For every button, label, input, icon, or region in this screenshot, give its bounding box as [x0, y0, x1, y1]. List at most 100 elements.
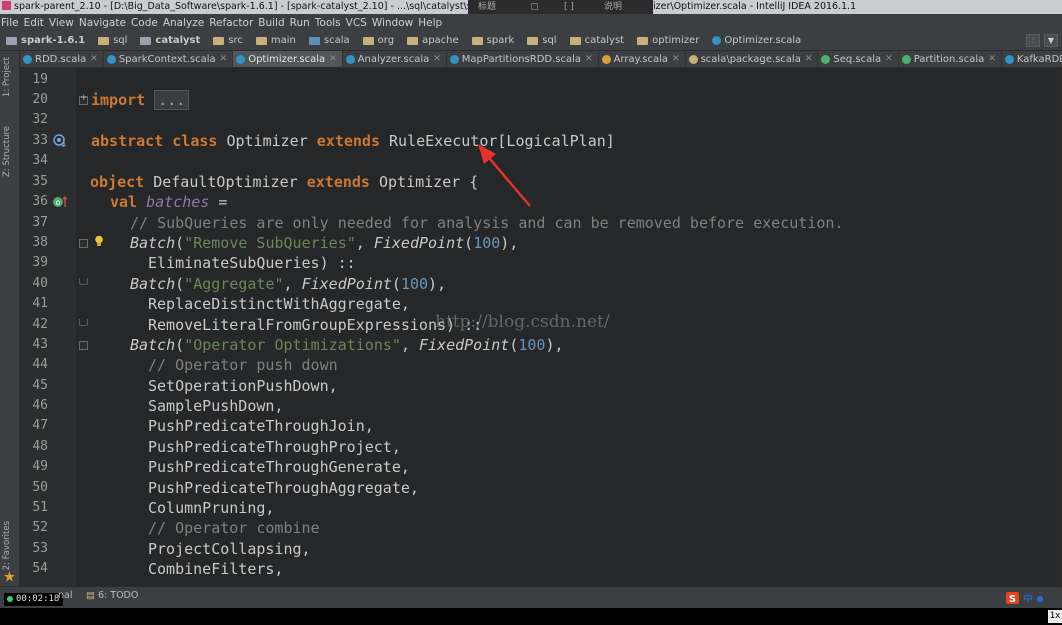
scala-class-icon — [345, 54, 355, 64]
code-line: 46 SamplePushDown, — [20, 396, 1056, 416]
close-icon[interactable]: ✕ — [329, 54, 337, 64]
terminal-tool-button[interactable]: nal — [58, 590, 72, 601]
layout-toggle-icon[interactable]: ⫶ — [1026, 34, 1040, 47]
tab-seq-scala[interactable]: Seq.scala ✕ — [818, 51, 899, 67]
breadcrumb: spark-1.6.1 sql catalyst src main scala … — [0, 31, 1062, 51]
menu-edit[interactable]: Edit — [23, 17, 48, 29]
code-text: ColumnPruning, — [148, 499, 275, 517]
close-icon[interactable]: ✕ — [988, 54, 996, 64]
close-icon[interactable]: ✕ — [90, 54, 98, 64]
menu-bar: File Edit View Navigate Code Analyze Ref… — [0, 14, 1062, 31]
line-number: 33 — [32, 133, 48, 148]
number-literal: 100 — [400, 275, 429, 293]
menu-help[interactable]: Help — [417, 17, 446, 29]
input-method-icon[interactable]: S 中 — [1006, 591, 1046, 605]
breadcrumb-item-catalyst[interactable]: catalyst — [134, 35, 207, 46]
call-batch: Batch — [130, 275, 176, 293]
menu-analyze[interactable]: Analyze — [162, 17, 208, 29]
code-line: 43 Batch("Operator Optimizations", Fixed… — [20, 335, 1056, 355]
menu-vcs[interactable]: VCS — [345, 17, 371, 29]
line-number: 44 — [32, 357, 48, 372]
close-icon[interactable]: ✕ — [585, 54, 593, 64]
breadcrumb-item-optimizer[interactable]: optimizer — [631, 35, 706, 46]
todo-tool-button[interactable]: ▤ 6: TODO — [86, 590, 138, 601]
overlay-mark: 标题 — [478, 2, 497, 12]
source-folder-icon — [308, 36, 320, 45]
menu-refactor[interactable]: Refactor — [208, 17, 257, 29]
breadcrumb-item-sql[interactable]: sql — [92, 35, 134, 46]
close-icon[interactable]: ✕ — [433, 54, 441, 64]
code-line: 52 // Operator combine — [20, 518, 1056, 538]
breadcrumb-item-org[interactable]: org — [357, 35, 401, 46]
code-line: 37 // SubQueries are only needed for ana… — [20, 213, 1056, 233]
tab-kafkarddpartition-scala[interactable]: KafkaRDDPartition.scala✕ — [1002, 51, 1062, 67]
code-line: 38 Batch("Remove SubQueries", FixedPoint… — [20, 233, 1056, 253]
tab-rdd-scala[interactable]: RDD.scala ✕ — [20, 51, 104, 67]
implemented-by-icon[interactable] — [53, 134, 67, 148]
window-title-bar: spark-parent_2.10 - [D:\Big_Data_Softwar… — [0, 0, 1062, 14]
tab-optimizer-scala[interactable]: Optimizer.scala ✕ — [233, 51, 343, 67]
tab-analyzer-scala[interactable]: Analyzer.scala ✕ — [343, 51, 447, 67]
code-line: 40 Batch("Aggregate", FixedPoint(100), — [20, 274, 1056, 294]
breadcrumb-item-sql-pkg[interactable]: sql — [521, 35, 563, 46]
tab-mappartitionsrdd-scala[interactable]: MapPartitionsRDD.scala ✕ — [447, 51, 599, 67]
breadcrumb-item-main[interactable]: main — [250, 35, 303, 46]
line-number: 48 — [32, 439, 48, 454]
favorites-tool-button[interactable]: 2: Favorites — [2, 521, 12, 570]
keyword-extends: extends — [306, 173, 370, 191]
package-object-icon — [688, 54, 698, 64]
menu-navigate[interactable]: Navigate — [78, 17, 130, 29]
menu-window[interactable]: Window — [371, 17, 417, 29]
keyword-extends: extends — [316, 132, 380, 150]
override-icon[interactable]: o — [52, 195, 68, 209]
number-literal: 100 — [518, 336, 546, 354]
keyword-val: val — [110, 193, 138, 211]
structure-tool-button[interactable]: Z: Structure — [2, 126, 12, 177]
line-number: 20 — [32, 92, 48, 107]
fold-end-icon[interactable] — [79, 319, 88, 326]
tab-sparkcontext-scala[interactable]: SparkContext.scala ✕ — [104, 51, 234, 67]
call-fixedpoint: FixedPoint — [373, 234, 465, 252]
close-icon[interactable]: ✕ — [672, 54, 680, 64]
close-icon[interactable]: ✕ — [885, 54, 893, 64]
menu-tools[interactable]: Tools — [314, 17, 345, 29]
tab-array-scala[interactable]: Array.scala ✕ — [599, 51, 686, 67]
fold-end-icon[interactable] — [79, 278, 88, 285]
breadcrumb-item-optimizer-scala[interactable]: Optimizer.scala — [706, 35, 808, 46]
menu-file[interactable]: File — [0, 17, 23, 29]
tab-partition-scala[interactable]: Partition.scala ✕ — [899, 51, 1002, 67]
project-tool-button[interactable]: 1: Project — [2, 57, 12, 97]
editor-scrollbar[interactable] — [1056, 68, 1062, 586]
code-text: SamplePushDown, — [148, 397, 284, 415]
scala-class-icon — [236, 54, 246, 64]
intellij-app-icon — [2, 1, 11, 10]
menu-code[interactable]: Code — [130, 17, 162, 29]
fold-collapse-icon[interactable] — [79, 239, 88, 248]
breadcrumb-item-src[interactable]: src — [207, 35, 250, 46]
breadcrumb-item-scala[interactable]: scala — [303, 35, 357, 46]
scala-class-icon — [23, 54, 32, 64]
fold-collapse-icon[interactable] — [79, 341, 88, 350]
close-icon[interactable]: ✕ — [220, 54, 228, 64]
scala-trait-icon — [901, 54, 911, 64]
scala-class-icon — [449, 54, 459, 64]
line-number: 53 — [32, 541, 48, 556]
breadcrumb-item-apache[interactable]: apache — [401, 35, 466, 46]
code-editor[interactable]: 19 20 import ... 32 33 abstract class Op… — [20, 68, 1056, 586]
menu-run[interactable]: Run — [289, 17, 314, 29]
star-icon — [4, 571, 15, 582]
breadcrumb-item-spark[interactable]: spark — [466, 35, 522, 46]
lightbulb-icon[interactable] — [94, 235, 104, 247]
breadcrumb-item-spark-project[interactable]: spark-1.6.1 — [0, 35, 92, 46]
line-number: 49 — [32, 459, 48, 474]
close-icon[interactable]: ✕ — [805, 54, 813, 64]
breadcrumb-item-catalyst-pkg[interactable]: catalyst — [564, 35, 632, 46]
collapsed-imports[interactable]: ... — [154, 90, 190, 110]
menu-view[interactable]: View — [48, 17, 78, 29]
menu-build[interactable]: Build — [257, 17, 288, 29]
playback-speed-badge: 1x — [1048, 610, 1062, 623]
code-text: ReplaceDistinctWithAggregate, — [148, 295, 410, 313]
dropdown-arrow-icon[interactable]: ▼ — [1044, 34, 1058, 47]
tab-scala-package-scala[interactable]: scala\package.scala ✕ — [686, 51, 819, 67]
fold-expand-icon[interactable] — [79, 93, 88, 105]
